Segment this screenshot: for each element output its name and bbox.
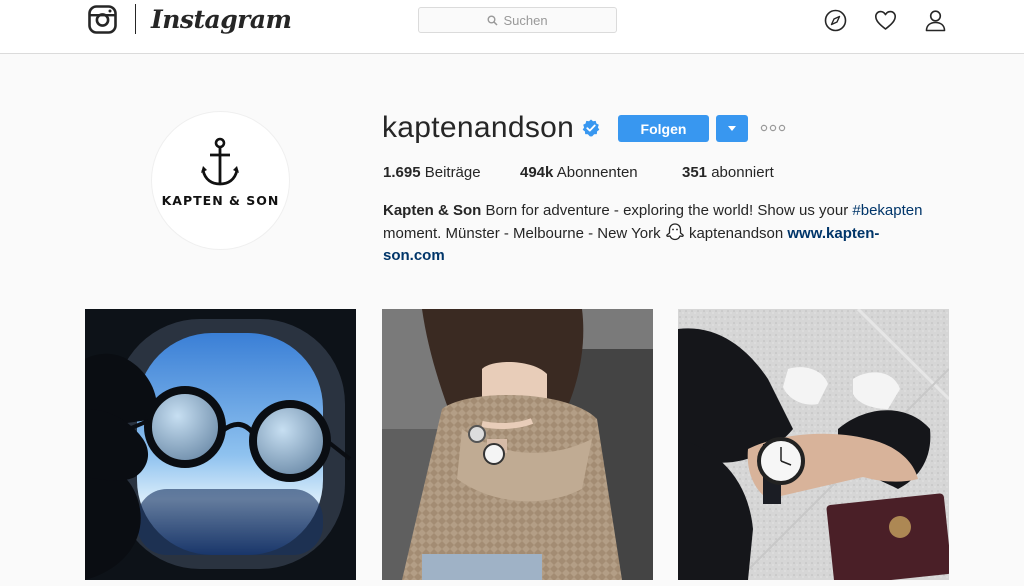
following-stat[interactable]: 351 abonniert bbox=[682, 163, 774, 183]
profile-avatar[interactable]: KAPTEN & SON bbox=[151, 111, 290, 250]
bio-snapchat: kaptenandson bbox=[688, 224, 784, 242]
search-placeholder: Suchen bbox=[503, 12, 548, 28]
logo-divider bbox=[135, 4, 136, 34]
caret-down-icon bbox=[728, 126, 736, 131]
posts-label: Beiträge bbox=[424, 164, 481, 181]
followers-stat[interactable]: 494k Abonnenten bbox=[520, 163, 638, 183]
post-image-sweater bbox=[382, 309, 653, 580]
post-image-watch-passport bbox=[678, 309, 949, 580]
following-count: 351 bbox=[682, 164, 708, 181]
heart-icon[interactable] bbox=[874, 9, 897, 32]
anchor-logo-icon bbox=[201, 137, 239, 186]
search-icon bbox=[487, 15, 498, 26]
followers-label: Abonnenten bbox=[556, 164, 638, 181]
post-image-sunglasses bbox=[85, 309, 356, 580]
profile-bio: Kapten & Son Born for adventure - explor… bbox=[383, 200, 943, 268]
followers-count: 494k bbox=[520, 164, 554, 181]
bio-text-2: moment. Münster - Melbourne - New York bbox=[383, 224, 661, 242]
instagram-wordmark[interactable]: Instagram bbox=[151, 3, 292, 37]
post-thumbnail[interactable] bbox=[678, 309, 949, 580]
top-navigation-bar: Instagram Suchen bbox=[0, 0, 1024, 54]
bio-website-link[interactable]: www.kapten- bbox=[787, 225, 879, 242]
posts-stat: 1.695 Beiträge bbox=[383, 163, 481, 183]
post-thumbnail[interactable] bbox=[85, 309, 356, 580]
bio-hashtag-link[interactable]: #bekapten bbox=[852, 202, 922, 219]
ghost-emoji-icon bbox=[665, 222, 684, 240]
posts-count: 1.695 bbox=[383, 164, 421, 181]
following-label: abonniert bbox=[711, 164, 774, 181]
bio-name: Kapten & Son bbox=[383, 202, 482, 219]
post-thumbnail[interactable] bbox=[382, 309, 653, 580]
compass-icon[interactable] bbox=[824, 9, 847, 32]
user-icon[interactable] bbox=[924, 9, 947, 32]
suggestions-dropdown-button[interactable] bbox=[716, 115, 748, 142]
verified-badge-icon bbox=[582, 119, 600, 137]
bio-text-1: Born for adventure - exploring the world… bbox=[485, 202, 849, 219]
bio-website-link-cont[interactable]: son.com bbox=[383, 247, 445, 264]
more-options-icon[interactable] bbox=[760, 123, 786, 133]
avatar-brand-text: KAPTEN & SON bbox=[161, 193, 280, 208]
follow-button[interactable]: Folgen bbox=[618, 115, 709, 142]
instagram-glyph-icon[interactable] bbox=[88, 5, 117, 34]
search-input[interactable]: Suchen bbox=[418, 7, 617, 33]
profile-username: kaptenandson bbox=[382, 111, 575, 144]
